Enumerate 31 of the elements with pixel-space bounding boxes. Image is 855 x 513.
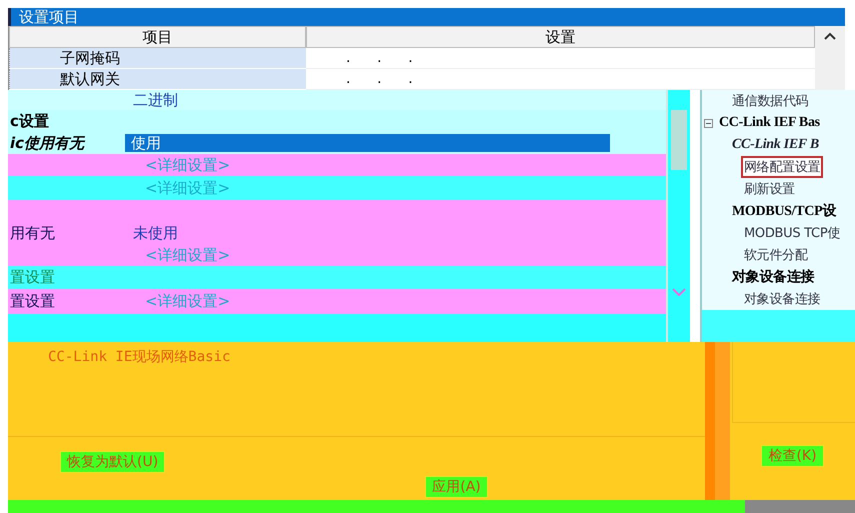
tree-item[interactable]: CC-Link IEF Bas (716, 113, 823, 133)
setting-label: ic使用有无 (9, 134, 86, 152)
collapse-icon[interactable] (704, 118, 713, 128)
scrollbar-thumb[interactable] (671, 110, 687, 170)
setting-label: 用有无 (9, 224, 56, 242)
setting-label: 置设置 (9, 292, 56, 311)
splitter-bar[interactable] (705, 342, 730, 500)
column-header[interactable]: 项目 (9, 26, 306, 48)
tree-item[interactable]: MODBUS/TCP设 (729, 200, 840, 222)
setting-value: 未使用 (132, 224, 179, 242)
table-cell: 默认网关 (9, 69, 306, 89)
scroll-down-icon[interactable] (672, 288, 686, 296)
restore-defaults-button[interactable]: 恢复为默认(U) (60, 450, 166, 473)
tree-item[interactable]: MODBUS TCP使 (741, 222, 844, 244)
tree-item[interactable]: 刷新设置 (741, 178, 798, 200)
setting-value: 二进制 (132, 90, 179, 110)
tree-item[interactable]: 对象设备连接 (741, 288, 824, 310)
column-header[interactable]: 设置 (306, 26, 815, 48)
tree-item[interactable]: CC-Link IEF B (729, 135, 822, 155)
tree-item[interactable]: 网络配置设置 (741, 156, 824, 178)
dialog-title: 设置项目 (8, 8, 845, 26)
setting-label: 置设置 (9, 268, 56, 287)
tree-item[interactable]: 通信数据代码 (729, 90, 812, 112)
tree-item[interactable]: 对象设备连接 (729, 266, 818, 288)
apply-button[interactable]: 应用(A) (425, 476, 488, 498)
tree-item[interactable]: 软元件分配 (741, 244, 811, 266)
scroll-up-icon[interactable] (824, 32, 836, 40)
dropdown-field[interactable]: 使用 (125, 134, 610, 152)
setting-label: c设置 (9, 112, 50, 130)
table-cell: 子网掩码 (9, 48, 306, 68)
check-button[interactable]: 检查(K) (761, 444, 824, 467)
